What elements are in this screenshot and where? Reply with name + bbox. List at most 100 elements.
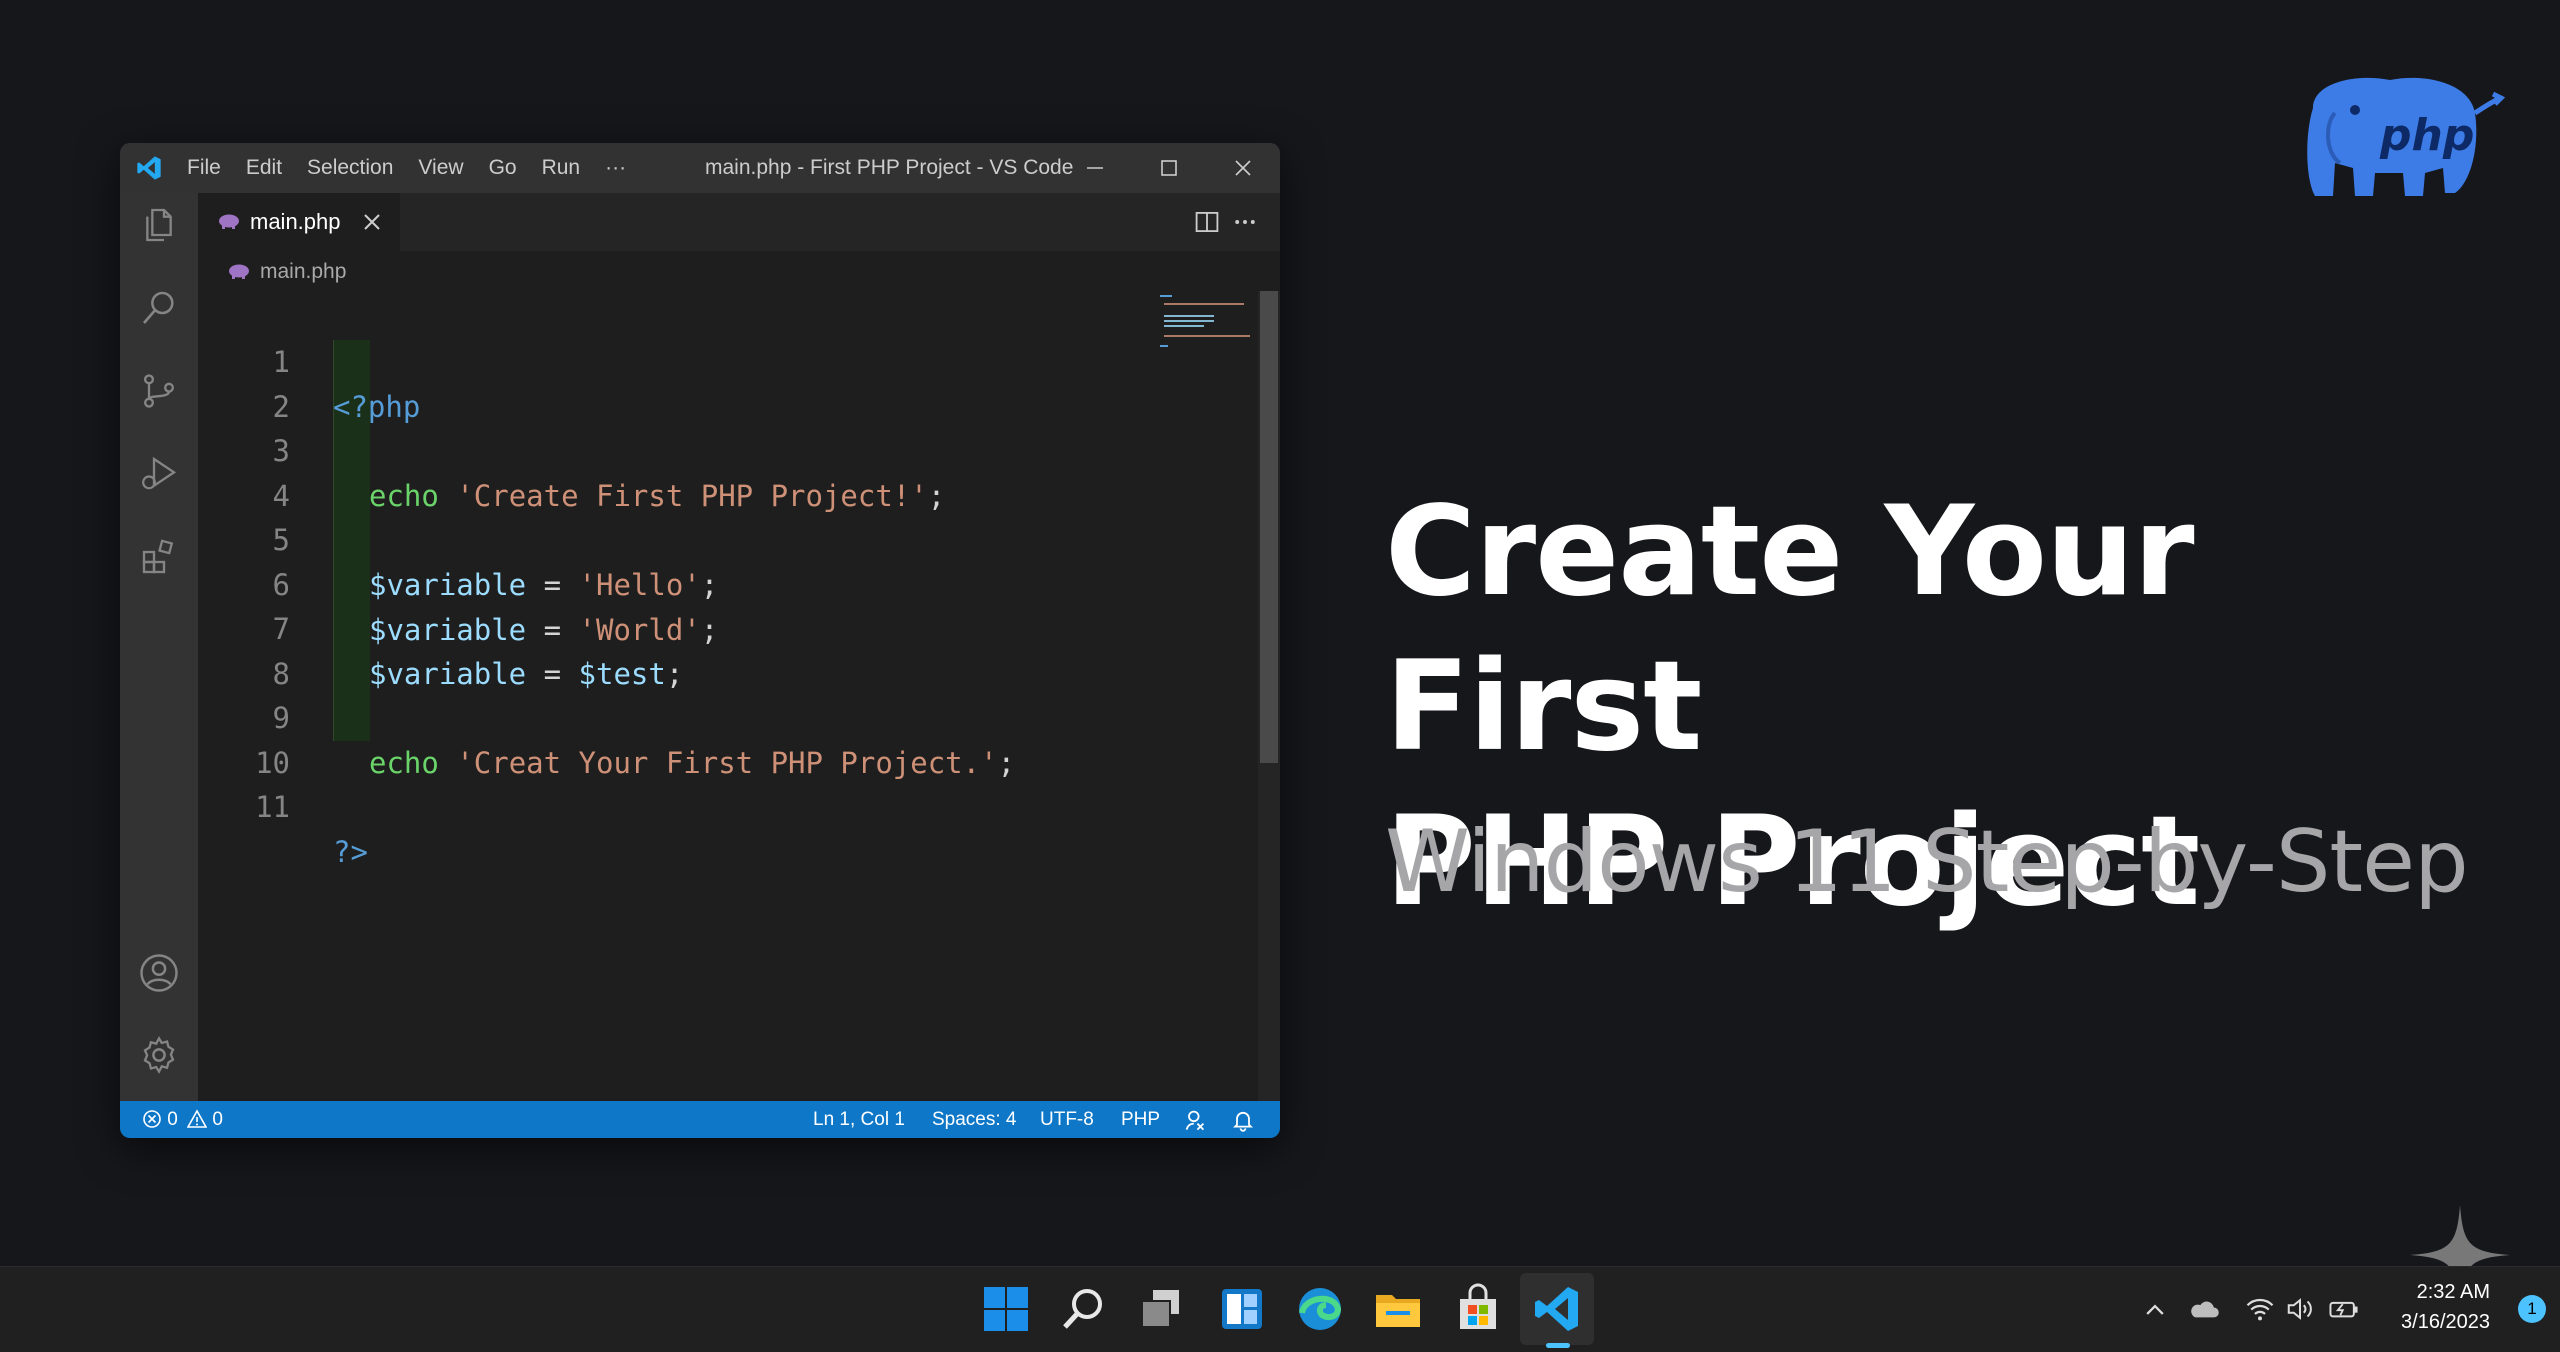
search-button[interactable]	[120, 276, 198, 340]
keyword-echo: echo	[369, 746, 439, 780]
code-line[interactable]: 3 echo 'Create First PHP Project!';	[198, 384, 946, 513]
variable: $test	[578, 657, 666, 691]
variable: $variable	[369, 657, 527, 691]
window-title: main.php - First PHP Project - VS Code	[705, 156, 1074, 179]
taskbar: 2:32 AM 3/16/2023 1	[0, 1266, 2560, 1352]
menu-edit[interactable]: Edit	[246, 156, 282, 180]
string-literal: 'Creat Your First PHP Project.'	[456, 746, 998, 780]
warning-count: 0	[212, 1109, 223, 1130]
encoding-setting[interactable]: UTF-8	[1040, 1101, 1094, 1138]
operator: =	[526, 657, 579, 691]
tab-main-php[interactable]: main.php	[198, 193, 400, 251]
problems-indicator[interactable]: 0 0	[142, 1101, 223, 1138]
variable: $variable	[369, 568, 527, 602]
active-app-indicator	[1546, 1343, 1570, 1348]
php-close-tag: ?>	[333, 835, 368, 869]
notifications-button[interactable]	[1231, 1108, 1255, 1132]
vscode-taskbar-icon[interactable]	[1531, 1283, 1583, 1335]
code-line[interactable]: 4	[198, 429, 303, 513]
settings-button[interactable]	[120, 1023, 198, 1087]
string-literal: 'World'	[578, 613, 701, 647]
code-editor[interactable]: 1 <?php 2 3 echo 'Create First PHP Proje…	[198, 291, 1258, 1101]
code-line[interactable]: 6 $variable = 'World';	[198, 518, 719, 647]
minimize-icon	[1087, 167, 1103, 169]
edge-browser-icon[interactable]	[1294, 1283, 1346, 1335]
cursor-position[interactable]: Ln 1, Col 1	[813, 1101, 905, 1138]
error-count: 0	[167, 1109, 178, 1130]
source-control-button[interactable]	[120, 359, 198, 423]
minimize-button[interactable]	[1058, 143, 1132, 193]
maximize-button[interactable]	[1132, 143, 1206, 193]
accounts-button[interactable]	[120, 941, 198, 1005]
run-debug-button[interactable]	[120, 442, 198, 506]
volume-icon[interactable]	[2285, 1295, 2315, 1323]
more-actions-icon[interactable]	[1232, 209, 1258, 235]
task-view-icon[interactable]	[1136, 1283, 1188, 1335]
battery-icon[interactable]	[2328, 1295, 2360, 1323]
code-line[interactable]: 2	[198, 340, 303, 424]
menu-selection[interactable]: Selection	[307, 156, 393, 180]
semicolon: ;	[700, 613, 719, 647]
menu-file[interactable]: File	[187, 156, 221, 180]
code-line[interactable]: 5 $variable = 'Hello';	[198, 473, 719, 602]
search-icon	[142, 291, 174, 324]
php-open-tag: <?php	[333, 390, 421, 424]
menu-view[interactable]: View	[418, 156, 463, 180]
keyword-echo: echo	[369, 479, 439, 513]
indentation-setting[interactable]: Spaces: 4	[932, 1101, 1017, 1138]
notification-badge[interactable]: 1	[2518, 1295, 2546, 1323]
php-file-icon	[229, 264, 249, 279]
scrollbar-thumb[interactable]	[1260, 291, 1278, 763]
php-file-icon	[219, 214, 239, 229]
wifi-icon[interactable]	[2245, 1295, 2275, 1323]
minimap[interactable]	[1160, 293, 1250, 348]
code-line[interactable]: 11 ?>	[198, 740, 368, 869]
menu-run[interactable]: Run	[542, 156, 581, 180]
extensions-button[interactable]	[120, 525, 198, 589]
breadcrumb[interactable]: main.php	[228, 255, 346, 289]
operator: =	[526, 568, 579, 602]
php-logo-text: php	[2379, 110, 2474, 161]
widgets-icon[interactable]	[1216, 1283, 1268, 1335]
string-literal: 'Hello'	[578, 568, 701, 602]
code-line[interactable]: 7 $variable = $test;	[198, 562, 684, 691]
semicolon: ;	[927, 479, 946, 513]
breadcrumb-file[interactable]: main.php	[260, 260, 346, 284]
semicolon: ;	[665, 657, 684, 691]
split-editor-icon[interactable]	[1194, 209, 1220, 235]
chevron-up-icon[interactable]	[2142, 1297, 2168, 1323]
close-window-button[interactable]	[1206, 143, 1280, 193]
variable: $variable	[369, 613, 527, 647]
menu-go[interactable]: Go	[489, 156, 517, 180]
vscode-logo-icon[interactable]	[135, 154, 163, 182]
code-line[interactable]: 10	[198, 696, 303, 780]
feedback-icon	[1185, 1110, 1205, 1131]
title-bar: File Edit Selection View Go Run ··· main…	[120, 143, 1280, 193]
warning-icon	[186, 1109, 208, 1128]
menu-more[interactable]: ···	[605, 156, 626, 180]
vscode-window: File Edit Selection View Go Run ··· main…	[120, 143, 1280, 1138]
search-icon[interactable]	[1058, 1283, 1110, 1335]
onedrive-cloud-icon[interactable]	[2188, 1297, 2220, 1323]
tab-label: main.php	[250, 209, 341, 234]
run-debug-icon	[142, 456, 177, 490]
code-line[interactable]: 8	[198, 607, 303, 691]
subtitle: Windows 11 Step-by-Step	[1385, 812, 2469, 912]
gear-icon	[143, 1036, 175, 1074]
file-explorer-icon[interactable]	[1372, 1283, 1424, 1335]
close-icon	[1235, 160, 1251, 176]
activity-bar	[120, 193, 198, 1101]
account-icon	[140, 954, 178, 992]
tab-close-icon[interactable]	[358, 208, 386, 236]
windows-start-icon[interactable]	[980, 1283, 1032, 1335]
code-line[interactable]: 1 <?php	[198, 295, 421, 424]
title-line-1: Create Your First	[1385, 480, 2195, 779]
status-bar: 0 0 Ln 1, Col 1 Spaces: 4 UTF-8 PHP	[120, 1101, 1280, 1138]
code-line[interactable]: 9 echo 'Creat Your First PHP Project.';	[198, 651, 1016, 780]
language-mode[interactable]: PHP	[1121, 1101, 1160, 1138]
feedback-button[interactable]	[1183, 1108, 1207, 1132]
semicolon: ;	[997, 746, 1016, 780]
clock[interactable]: 2:32 AM 3/16/2023	[2401, 1277, 2490, 1337]
explorer-button[interactable]	[120, 193, 198, 257]
microsoft-store-icon[interactable]	[1452, 1283, 1504, 1335]
